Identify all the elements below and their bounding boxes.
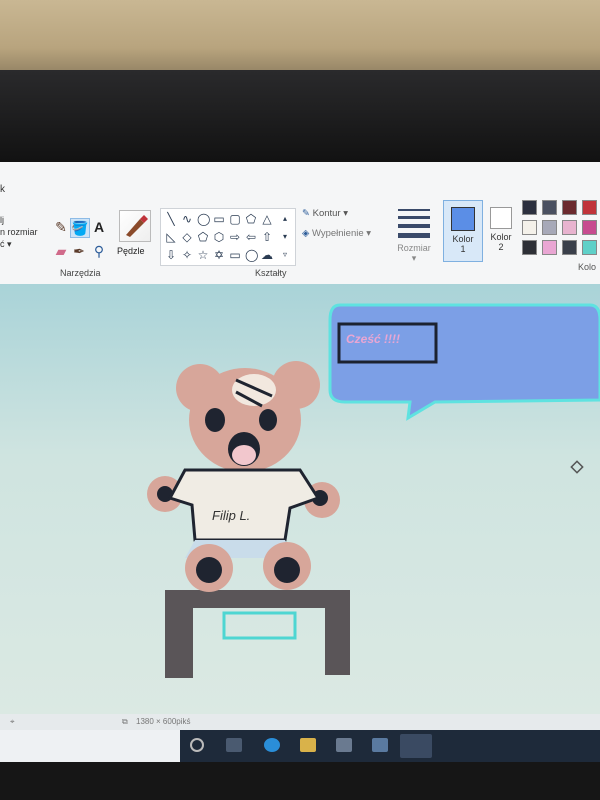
- bear-foot-pad-right: [274, 557, 300, 583]
- table-label-box: [222, 611, 297, 640]
- monitor-bezel-bottom: [0, 762, 600, 800]
- speech-bubble-text: Cześć !!!!: [346, 332, 401, 346]
- bear-tongue: [232, 445, 256, 465]
- resize-handle-icon[interactable]: [570, 460, 584, 474]
- bear-foot-pad-left: [196, 557, 222, 583]
- bear-shirt: [167, 468, 321, 542]
- table-leg-right: [325, 600, 350, 675]
- bear-eye-right: [259, 409, 277, 431]
- shirt-text: Filip L.: [212, 508, 251, 523]
- table-leg-left: [165, 600, 193, 678]
- drawing-content: [147, 303, 600, 678]
- bear-eye-left: [205, 408, 225, 432]
